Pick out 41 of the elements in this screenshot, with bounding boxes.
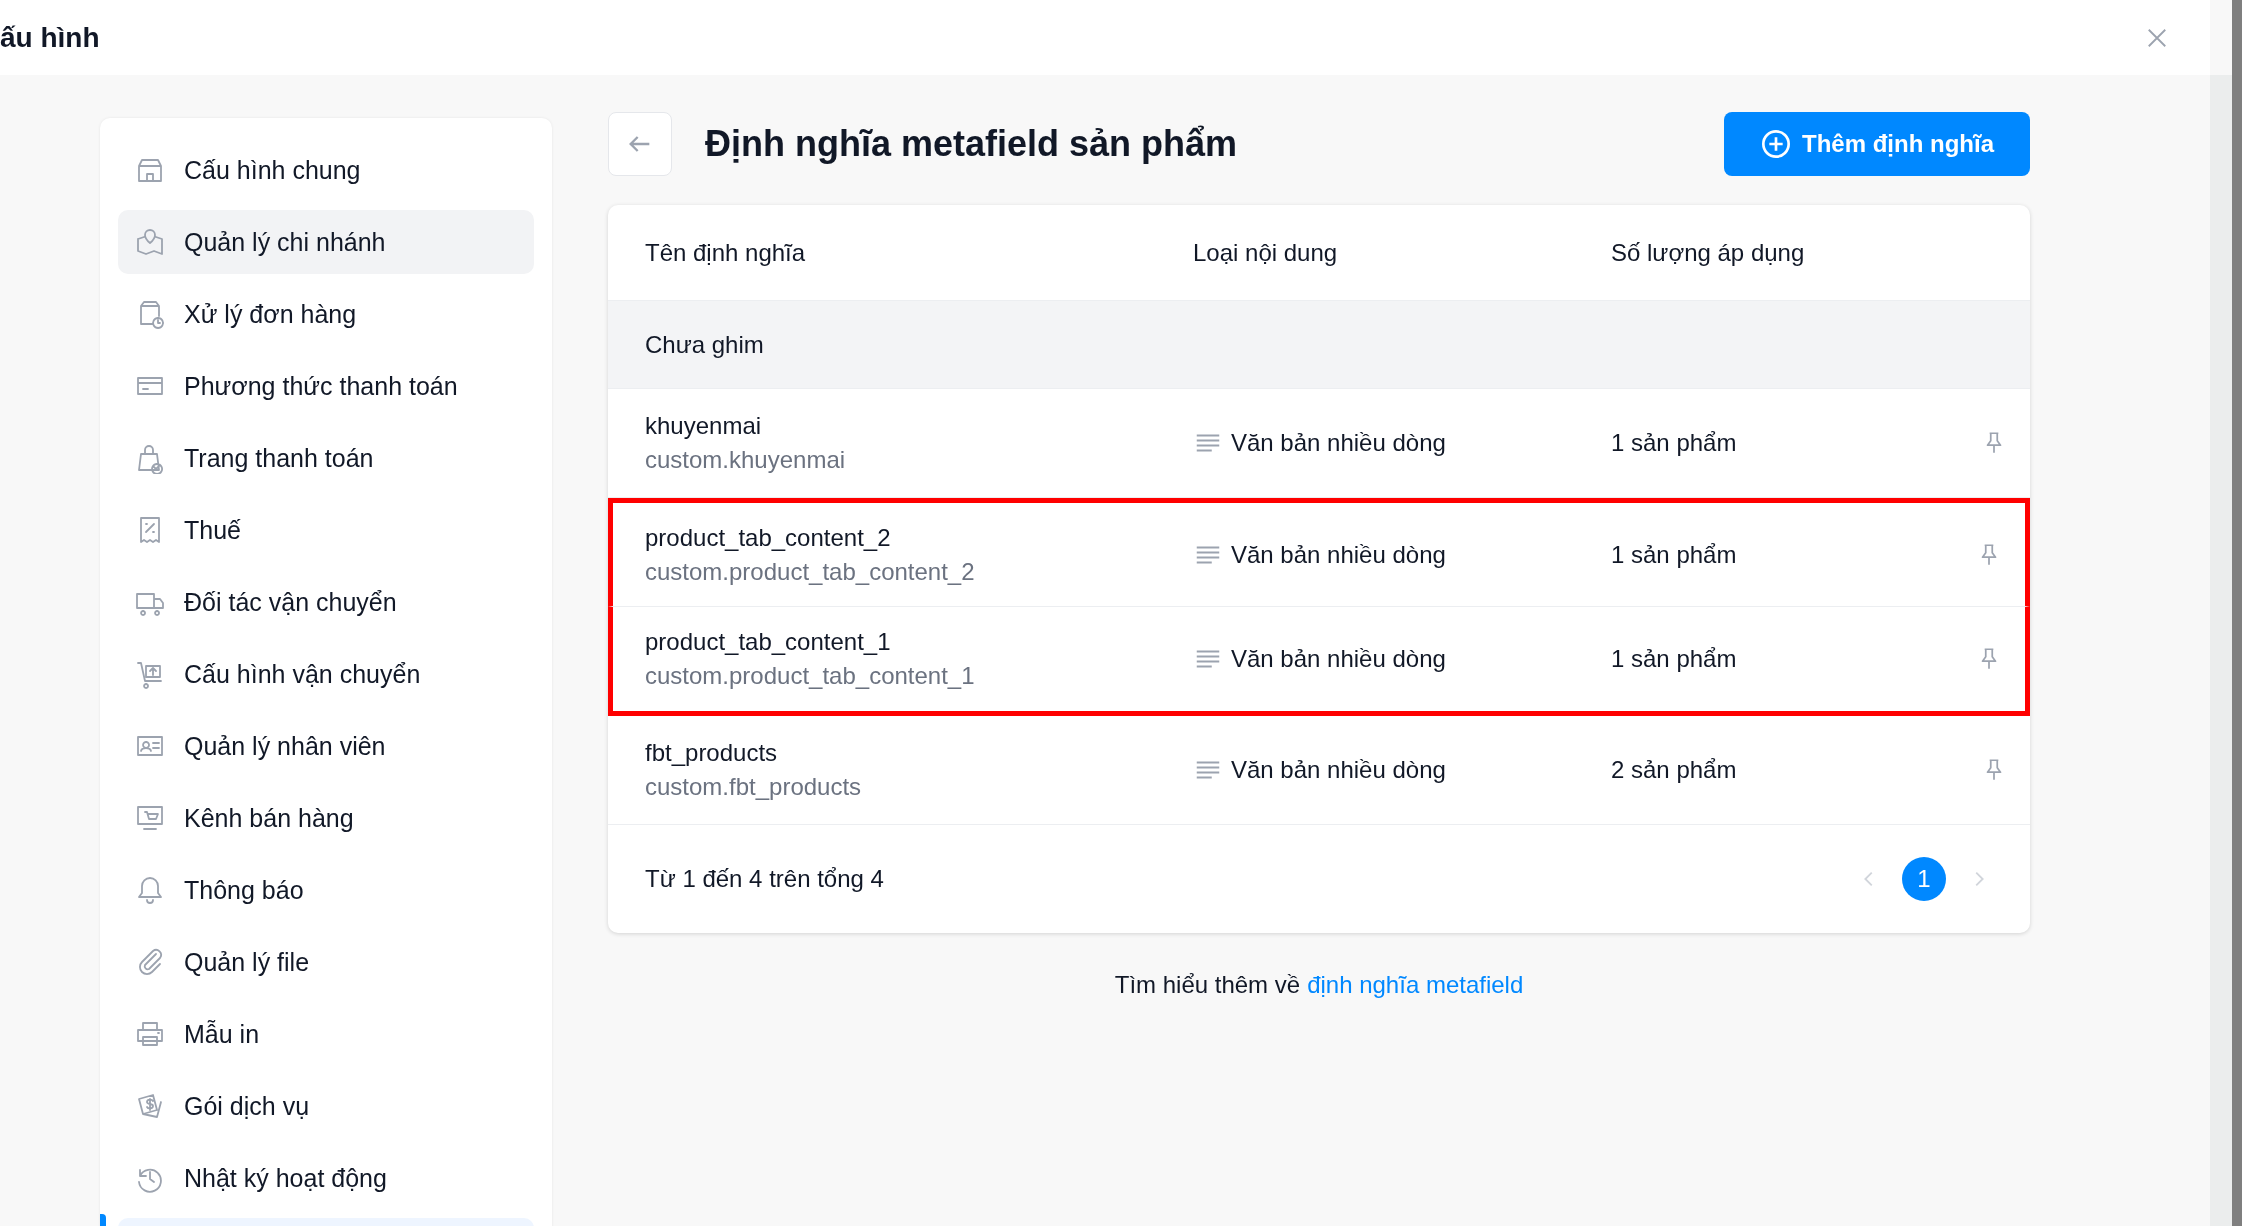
sidebar-item[interactable]: Gói dịch vụ bbox=[118, 1074, 534, 1138]
column-header: Loại nội dung bbox=[1193, 238, 1339, 267]
results-summary: Từ 1 đến 4 trên tổng 4 bbox=[645, 865, 885, 893]
usage-count: 1 sản phẩm bbox=[1611, 645, 1738, 673]
sidebar-item[interactable]: Kênh bán hàng bbox=[118, 786, 534, 850]
content-type: Văn bản nhiều dòng bbox=[1231, 756, 1446, 784]
page-title: Định nghĩa metafield sản phẩm bbox=[705, 123, 1238, 165]
sidebar-item[interactable]: Đối tác vận chuyển bbox=[118, 570, 534, 634]
add-definition-button[interactable]: Thêm định nghĩa bbox=[1724, 112, 2030, 176]
definition-name: product_tab_content_2 bbox=[645, 522, 892, 553]
sidebar-item[interactable]: Quản lý chi nhánh bbox=[118, 210, 534, 274]
sidebar-item[interactable]: Quản lý file bbox=[118, 930, 534, 994]
definition-name: khuyenmai bbox=[645, 411, 763, 441]
definition-name: product_tab_content_1 bbox=[645, 627, 892, 657]
usage-count: 2 sản phẩm bbox=[1611, 756, 1738, 784]
sidebar-item[interactable]: Nhật ký hoạt động bbox=[118, 1146, 534, 1210]
sidebar-item[interactable]: Thuế bbox=[118, 498, 534, 562]
sidebar-item[interactable]: Mẫu in bbox=[118, 1002, 534, 1066]
page-button[interactable]: 1 bbox=[1902, 857, 1946, 901]
group-label: Chưa ghim bbox=[645, 330, 764, 359]
sidebar-item[interactable]: Cấu hình vận chuyển bbox=[118, 642, 534, 706]
content-type: Văn bản nhiều dòng bbox=[1231, 429, 1446, 457]
definition-key: custom.fbt_products bbox=[645, 770, 1193, 804]
column-header: Tên định nghĩa bbox=[645, 238, 807, 267]
sidebar-item[interactable]: Quản lý nhân viên bbox=[118, 714, 534, 778]
column-header: Số lượng áp dụng bbox=[1611, 238, 1806, 267]
content-type: Văn bản nhiều dòng bbox=[1231, 645, 1446, 673]
usage-count: 1 sản phẩm bbox=[1611, 540, 1738, 569]
sidebar-item[interactable]: Phương thức thanh toán bbox=[118, 354, 534, 418]
sidebar-item[interactable]: Xử lý đơn hàng bbox=[118, 282, 534, 346]
sidebar-item[interactable]: Thông báo bbox=[118, 858, 534, 922]
definition-key: custom.khuyenmai bbox=[645, 443, 1193, 477]
sidebar-item[interactable]: Trang thanh toán bbox=[118, 426, 534, 490]
content-type: Văn bản nhiều dòng bbox=[1231, 540, 1446, 569]
sidebar-item[interactable]: Cấu hình chung bbox=[118, 138, 534, 202]
usage-count: 1 sản phẩm bbox=[1611, 429, 1738, 457]
help-text: Tìm hiểu thêm về bbox=[1114, 971, 1301, 998]
definition-key: custom.product_tab_content_1 bbox=[645, 659, 1193, 693]
window-title: ấu hình bbox=[0, 21, 100, 54]
definition-name: fbt_products bbox=[645, 738, 779, 768]
definition-key: custom.product_tab_content_2 bbox=[645, 554, 1193, 589]
